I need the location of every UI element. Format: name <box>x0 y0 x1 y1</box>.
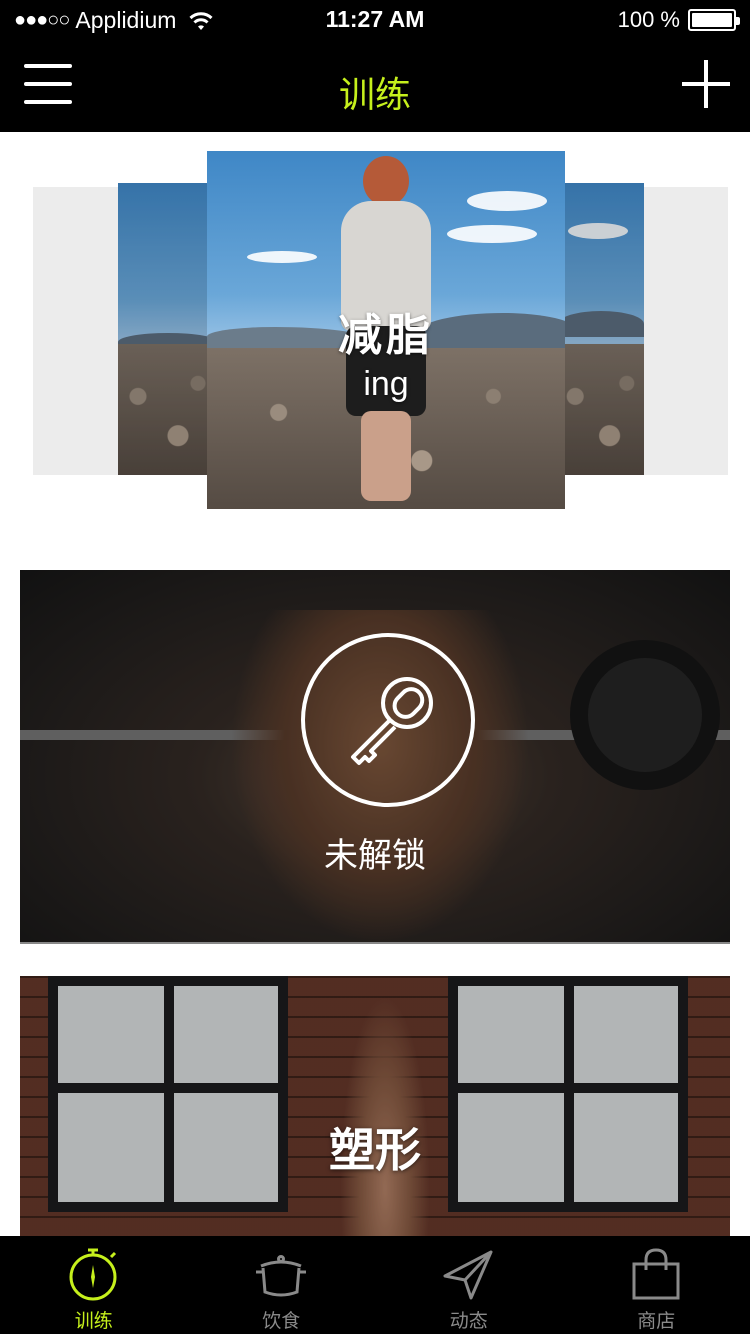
carousel-title: 减脂 <box>338 311 434 360</box>
tab-diet[interactable]: 饮食 <box>188 1236 376 1334</box>
carousel-active-card[interactable]: 减脂 ing <box>207 151 565 509</box>
battery-percent: 100 % <box>617 7 680 32</box>
tab-feed[interactable]: 动态 <box>375 1236 563 1334</box>
tab-store[interactable]: 商店 <box>563 1236 750 1334</box>
shaping-program-banner[interactable]: 塑形 <box>20 976 730 1236</box>
key-icon <box>301 633 475 807</box>
paper-plane-icon <box>443 1250 493 1300</box>
top-bar: ●●●○○ Applidium 11:27 AM 100 % 训练 <box>0 0 750 132</box>
stopwatch-icon <box>69 1248 117 1301</box>
tab-bar: 训练 饮食 动态 商店 <box>0 1236 750 1334</box>
status-bar: ●●●○○ Applidium 11:27 AM 100 % <box>0 0 750 40</box>
battery-icon <box>688 9 740 31</box>
tab-training[interactable]: 训练 <box>0 1236 188 1334</box>
shopping-bag-icon <box>632 1248 680 1300</box>
training-carousel[interactable]: 减脂 ing <box>0 132 750 532</box>
tab-label: 动态 <box>449 1311 488 1332</box>
carousel-back-card-left <box>33 187 123 475</box>
pot-icon <box>256 1255 307 1297</box>
shaping-title: 塑形 <box>329 1124 421 1176</box>
status-right: 100 % <box>617 7 740 33</box>
carousel-side-card-left[interactable] <box>118 183 218 475</box>
locked-program-banner[interactable]: 未解锁 <box>20 570 730 944</box>
tab-label: 训练 <box>74 1311 113 1332</box>
tab-label: 商店 <box>637 1311 676 1332</box>
tab-label: 饮食 <box>262 1311 301 1332</box>
carousel-back-card-right <box>640 187 728 475</box>
carousel-side-card-right[interactable] <box>558 183 644 475</box>
page-title: 训练 <box>338 74 411 115</box>
add-button[interactable] <box>682 60 730 108</box>
locked-label: 未解锁 <box>324 837 426 875</box>
navigation-bar: 训练 <box>0 40 750 132</box>
carousel-subtitle: ing <box>363 365 409 403</box>
divider <box>20 942 730 944</box>
